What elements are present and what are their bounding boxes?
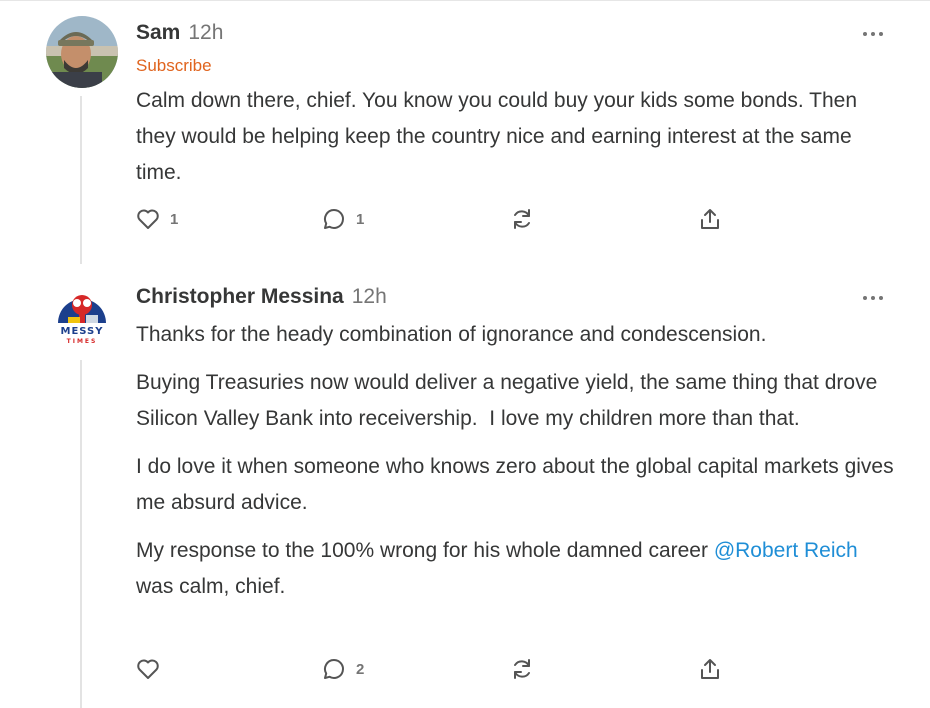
comment-paragraph: I do love it when someone who knows zero… <box>136 455 894 514</box>
restack-button[interactable] <box>510 655 534 683</box>
comment-paragraph: Buying Treasuries now would deliver a ne… <box>136 371 884 430</box>
like-count: 1 <box>170 210 179 228</box>
avatar-text-times: TIMES <box>67 338 98 345</box>
paragraph-text: My response to the 100% wrong for his wh… <box>136 539 714 562</box>
like-button[interactable]: 1 <box>136 205 178 233</box>
more-options-button[interactable] <box>860 291 886 303</box>
share-icon <box>701 209 719 229</box>
timestamp[interactable]: 12h <box>188 21 223 44</box>
comment-bubble-icon <box>324 209 344 229</box>
avatar[interactable] <box>46 16 118 88</box>
heart-icon <box>137 209 159 229</box>
comment-actions: 1 1 <box>136 205 736 233</box>
author-name[interactable]: Sam 12h <box>136 21 223 45</box>
comment-body: Thanks for the heady combination of igno… <box>136 317 896 617</box>
like-button[interactable] <box>136 655 170 683</box>
top-divider <box>0 0 930 1</box>
avatar-text-messy: MESSY <box>61 326 104 337</box>
more-horizontal-icon <box>863 32 883 36</box>
reply-count: 2 <box>356 660 365 678</box>
comment-bubble-icon <box>324 659 344 679</box>
comment-body: Calm down there, chief. You know you cou… <box>136 83 896 203</box>
author-name-text[interactable]: Christopher Messina <box>136 285 344 308</box>
reply-button[interactable]: 1 <box>322 205 364 233</box>
reply-count: 1 <box>356 210 365 228</box>
restack-icon <box>514 209 530 229</box>
author-name-text[interactable]: Sam <box>136 21 180 44</box>
share-button[interactable] <box>698 655 722 683</box>
author-name[interactable]: Christopher Messina 12h <box>136 285 387 309</box>
comment-actions: 2 <box>136 655 736 683</box>
more-options-button[interactable] <box>860 27 886 39</box>
mention-link[interactable]: @Robert Reich <box>714 539 858 562</box>
paragraph-text: was calm, chief. <box>136 575 286 598</box>
heart-icon <box>137 659 159 679</box>
comment-paragraph: Thanks for the heady combination of igno… <box>136 323 767 346</box>
reply-button[interactable]: 2 <box>322 655 364 683</box>
restack-icon <box>514 659 530 679</box>
restack-button[interactable] <box>510 205 534 233</box>
avatar[interactable]: MESSY TIMES <box>46 279 118 351</box>
timestamp[interactable]: 12h <box>352 285 387 308</box>
share-icon <box>701 659 719 679</box>
subscribe-link[interactable]: Subscribe <box>136 56 212 76</box>
comment-paragraph-last: My response to the 100% wrong for his wh… <box>136 533 896 605</box>
share-button[interactable] <box>698 205 722 233</box>
comment-paragraph: Calm down there, chief. You know you cou… <box>136 89 858 184</box>
more-horizontal-icon <box>863 296 883 300</box>
thread-line <box>80 360 82 708</box>
thread-line <box>80 96 82 264</box>
